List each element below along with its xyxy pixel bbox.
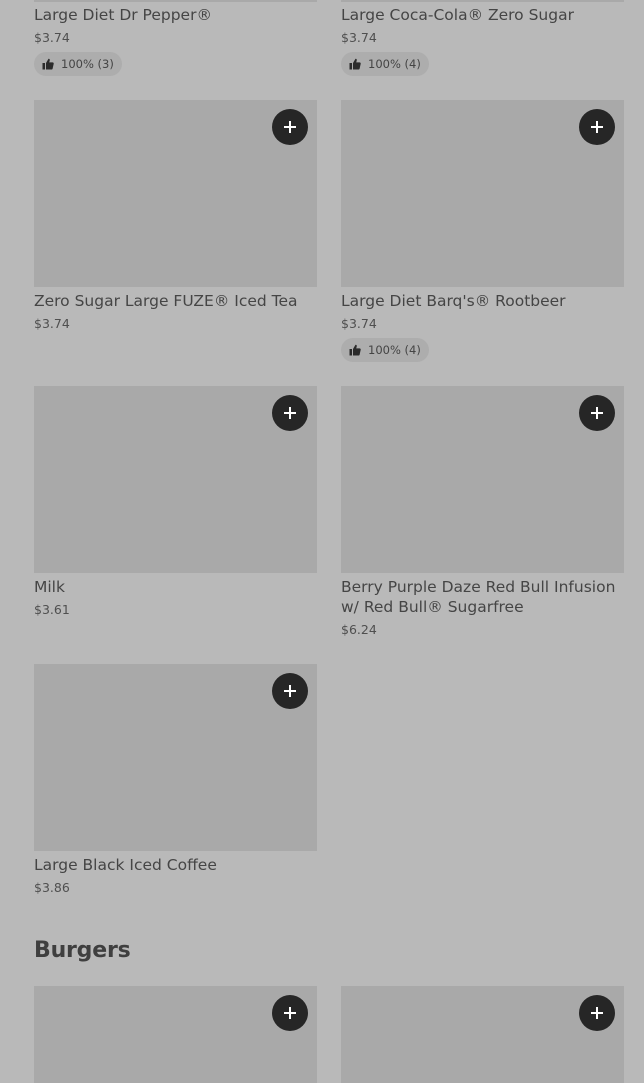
plus-icon [591,1007,603,1019]
item-image[interactable] [341,986,624,1083]
item-title: Large Coca-Cola® Zero Sugar [341,6,574,24]
add-to-cart-button[interactable] [272,673,308,709]
plus-icon [284,407,296,419]
rating-text: 100% (4) [368,57,421,71]
item-price: $3.74 [34,316,70,331]
item-price: $3.74 [341,316,377,331]
plus-icon [591,407,603,419]
item-image[interactable] [34,0,317,2]
rating-badge: 100% (4) [341,338,429,362]
item-title: Large Diet Barq's® Rootbeer [341,292,566,310]
item-title: Berry Purple Daze Red Bull Infusion w/ R… [341,578,616,616]
section-title-burgers: Burgers [34,938,131,963]
item-title: Zero Sugar Large FUZE® Iced Tea [34,292,298,310]
add-to-cart-button[interactable] [272,995,308,1031]
rating-text: 100% (4) [368,343,421,357]
item-price: $3.74 [34,30,70,45]
plus-icon [284,685,296,697]
add-to-cart-button[interactable] [272,395,308,431]
item-price: $3.61 [34,602,70,617]
thumbs-up-icon [348,343,362,357]
rating-text: 100% (3) [61,57,114,71]
add-to-cart-button[interactable] [579,395,615,431]
item-image[interactable] [341,0,624,2]
item-price: $3.74 [341,30,377,45]
item-price: $6.24 [341,622,377,637]
plus-icon [591,121,603,133]
add-to-cart-button[interactable] [272,109,308,145]
plus-icon [284,1007,296,1019]
item-price: $3.86 [34,880,70,895]
thumbs-up-icon [41,57,55,71]
item-title: Large Black Iced Coffee [34,856,217,874]
item-title: Large Diet Dr Pepper® [34,6,212,24]
rating-badge: 100% (3) [34,52,122,76]
item-title: Milk [34,578,65,596]
item-image[interactable] [34,986,317,1083]
add-to-cart-button[interactable] [579,109,615,145]
thumbs-up-icon [348,57,362,71]
add-to-cart-button[interactable] [579,995,615,1031]
rating-badge: 100% (4) [341,52,429,76]
plus-icon [284,121,296,133]
